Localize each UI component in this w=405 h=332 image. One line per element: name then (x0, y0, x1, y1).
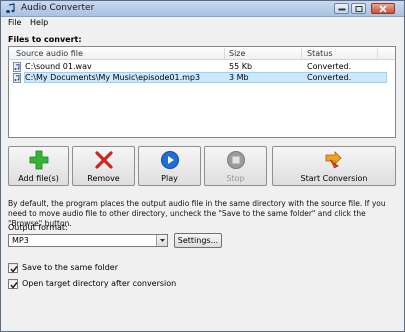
file-row[interactable]: C:\My Documents\My Music\episode01.mp3 3… (9, 72, 395, 83)
file-size: 3 Mb (229, 73, 249, 82)
maximize-icon (355, 5, 362, 12)
maximize-button[interactable] (351, 3, 366, 14)
column-size[interactable]: Size (229, 49, 245, 58)
action-toolbar: Add file(s) Remove Play Stop Start Conve… (1, 146, 404, 186)
music-note-icon (6, 3, 15, 13)
title-bar: Audio Converter (1, 1, 404, 17)
audio-file-icon (13, 62, 21, 72)
play-label: Play (161, 174, 178, 183)
audio-file-icon (13, 73, 21, 83)
output-format-label: Output format: (8, 223, 68, 232)
file-list-header: Source audio file Size Status (9, 47, 395, 60)
menu-file[interactable]: File (8, 18, 21, 27)
stop-label: Stop (226, 174, 245, 183)
checkmark-icon (10, 282, 18, 289)
stop-icon (226, 151, 245, 169)
add-files-label: Add file(s) (18, 174, 59, 183)
minimize-button[interactable] (334, 3, 349, 14)
menu-help[interactable]: Help (30, 18, 48, 27)
play-button[interactable]: Play (138, 146, 201, 186)
remove-label: Remove (87, 174, 120, 183)
settings-button[interactable]: Settings... (174, 233, 222, 248)
output-format-select[interactable]: MP3 (8, 234, 168, 247)
add-files-button[interactable]: Add file(s) (8, 146, 69, 186)
file-row[interactable]: C:\sound 01.wav 55 Kb Converted. (9, 61, 395, 72)
start-conversion-button[interactable]: Start Conversion (272, 146, 396, 186)
start-conversion-label: Start Conversion (300, 174, 368, 183)
save-same-folder-checkbox[interactable] (8, 263, 18, 273)
x-mark-icon (94, 151, 113, 169)
file-status: Converted. (307, 62, 352, 71)
file-status: Converted. (307, 73, 352, 82)
stop-button[interactable]: Stop (204, 146, 267, 186)
open-target-dir-checkbox[interactable] (8, 279, 18, 289)
convert-icon (325, 151, 342, 169)
file-name: C:\sound 01.wav (25, 62, 92, 71)
open-target-dir-label: Open target directory after conversion (22, 279, 177, 288)
close-icon (379, 5, 387, 12)
dropdown-button[interactable] (156, 235, 167, 246)
menu-bar: File Help (1, 17, 404, 29)
files-to-convert-label: Files to convert: (8, 35, 82, 44)
column-status[interactable]: Status (307, 49, 333, 58)
minimize-icon (338, 8, 345, 10)
close-button[interactable] (371, 3, 395, 14)
save-same-folder-label: Save to the same folder (22, 263, 118, 272)
chevron-down-icon (160, 239, 165, 242)
file-list[interactable]: Source audio file Size Status C:\sound 0… (8, 46, 396, 138)
app-window: Audio Converter File Help Files to conve… (0, 0, 405, 332)
plus-icon (29, 150, 48, 170)
output-format-value: MP3 (12, 236, 29, 245)
file-name: C:\My Documents\My Music\episode01.mp3 (25, 73, 201, 82)
play-icon (160, 151, 179, 169)
file-size: 55 Kb (229, 62, 253, 71)
window-title: Audio Converter (21, 3, 95, 13)
remove-button[interactable]: Remove (72, 146, 135, 186)
checkmark-icon (10, 266, 18, 273)
column-source[interactable]: Source audio file (16, 49, 83, 58)
